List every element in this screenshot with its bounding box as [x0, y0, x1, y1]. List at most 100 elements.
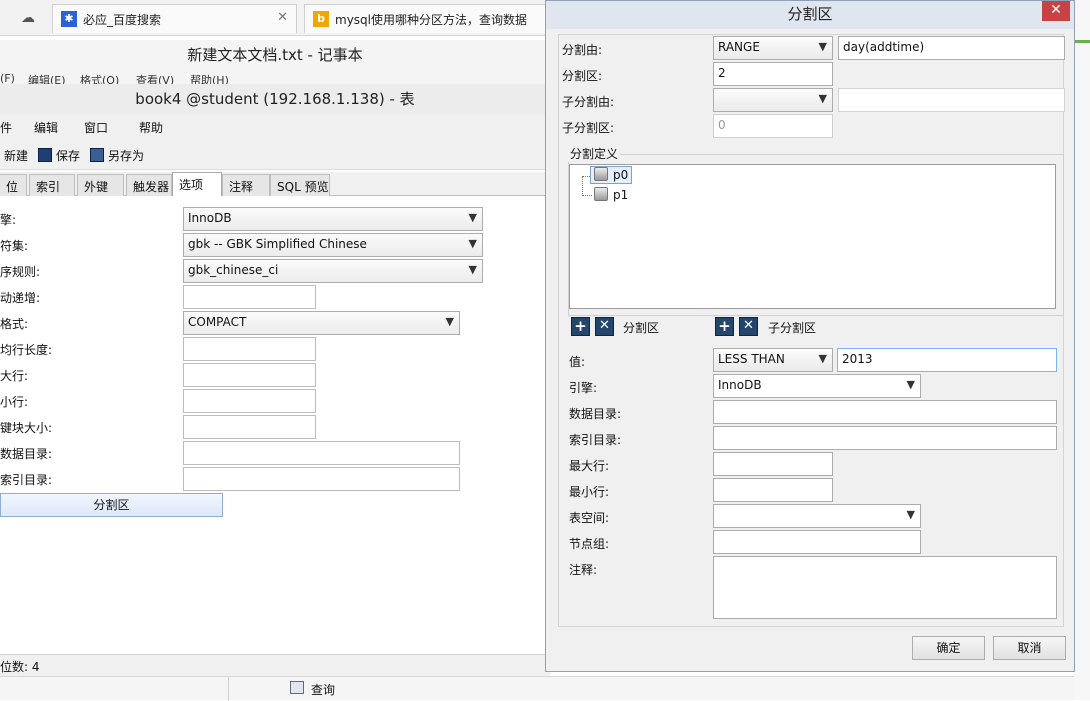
engine-select[interactable]: InnoDB ▼	[183, 207, 483, 231]
partition-icon	[594, 167, 608, 181]
save-icon	[38, 148, 52, 162]
menu-help[interactable]: 帮助	[139, 119, 163, 136]
min-rows-label: 小行:	[0, 395, 29, 409]
menu-file[interactable]: (F)	[0, 72, 15, 84]
index-directory-label: 索引目录:	[0, 473, 53, 487]
data-directory-label: 数据目录:	[0, 447, 53, 461]
menu-file[interactable]: 件	[0, 119, 12, 136]
ok-button[interactable]: 确定	[912, 636, 985, 660]
baidu-paw-icon: ✱	[61, 11, 77, 27]
tab-fields[interactable]: 位	[0, 174, 27, 196]
plus-icon: +	[574, 317, 587, 335]
collation-select[interactable]: gbk_chinese_ci ▼	[183, 259, 483, 283]
cancel-button[interactable]: 取消	[993, 636, 1066, 660]
menu-view[interactable]: 查看(V)	[136, 72, 174, 84]
tab-comment[interactable]: 注释	[222, 174, 270, 196]
engine-select[interactable]: InnoDB ▼	[713, 374, 921, 398]
browser-tab-mysql[interactable]: b mysql使用哪种分区方法，查询数据	[304, 4, 550, 33]
save-as-button[interactable]: 另存为	[90, 147, 144, 164]
menu-edit[interactable]: 编辑(E)	[28, 72, 66, 84]
partitions-label: 分割区:	[562, 69, 603, 83]
remove-subpartition-button[interactable]: ✕	[739, 317, 758, 336]
query-icon	[290, 681, 304, 694]
partition-button[interactable]: 分割区	[0, 493, 223, 517]
partitions-input[interactable]: 2	[713, 62, 833, 86]
charset-select[interactable]: gbk -- GBK Simplified Chinese ▼	[183, 233, 483, 257]
remove-partition-button[interactable]: ✕	[595, 317, 614, 336]
tablespace-select[interactable]: ▼	[713, 504, 921, 528]
notepad-menu: (F) 编辑(E) 格式(O) 查看(V) 帮助(H)	[0, 70, 550, 84]
partition-by-label: 分割由:	[562, 43, 603, 57]
subpartition-by-select[interactable]: ▼	[713, 88, 833, 112]
tab-options[interactable]: 选项	[172, 172, 222, 197]
tab-foreign-keys[interactable]: 外键	[77, 174, 124, 196]
partition-icon	[594, 187, 608, 201]
browser-tab-title: 必应_百度搜索	[83, 13, 162, 27]
min-rows-input[interactable]	[183, 389, 316, 413]
chevron-down-icon: ▼	[818, 40, 827, 53]
close-icon[interactable]: ✕	[277, 10, 288, 25]
value-input[interactable]: 2013	[837, 348, 1057, 372]
subpartition-by-label: 子分割由:	[562, 95, 615, 109]
chevron-down-icon: ▼	[468, 211, 477, 224]
subpartitions-label: 子分割区:	[562, 121, 615, 135]
tab-triggers[interactable]: 触发器	[126, 174, 172, 196]
tablespace-label: 表空间:	[569, 511, 610, 525]
navicat-toolbar: 新建 保存 另存为	[0, 140, 550, 170]
index-directory-input[interactable]	[183, 467, 460, 491]
index-directory-label: 索引目录:	[569, 433, 622, 447]
navicat-menu: 件 编辑 窗口 帮助	[0, 114, 550, 140]
row-format-select[interactable]: COMPACT ▼	[183, 311, 460, 335]
close-button[interactable]: ✕	[1042, 1, 1070, 21]
avg-row-length-label: 均行长度:	[0, 343, 53, 357]
data-directory-input[interactable]	[183, 441, 460, 465]
key-block-size-input[interactable]	[183, 415, 316, 439]
save-as-icon	[90, 148, 104, 162]
save-button[interactable]: 保存	[38, 147, 80, 164]
partition-expression-input[interactable]: day(addtime)	[838, 36, 1065, 60]
subpartition-expression-input[interactable]	[838, 88, 1065, 112]
max-rows-input[interactable]	[183, 363, 316, 387]
menu-help[interactable]: 帮助(H)	[190, 72, 229, 84]
close-icon: ✕	[1050, 2, 1062, 18]
data-directory-input[interactable]	[713, 400, 1057, 424]
subpartitions-input[interactable]: 0	[713, 114, 833, 138]
max-rows-label: 最大行:	[569, 459, 610, 473]
partition-definition-label: 分割定义	[568, 145, 621, 162]
comment-textarea[interactable]	[713, 556, 1057, 619]
tree-node-p1[interactable]: p1	[594, 187, 628, 205]
nodegroup-label: 节点组:	[569, 537, 610, 551]
menu-edit[interactable]: 编辑	[34, 119, 58, 136]
dialog-title: 分割区	[546, 1, 1074, 29]
bing-icon: b	[313, 11, 329, 27]
max-rows-label: 大行:	[0, 369, 29, 383]
charset-label: 符集:	[0, 239, 29, 253]
cloud-icon[interactable]: ☁	[18, 8, 38, 28]
browser-tab-title: mysql使用哪种分区方法，查询数据	[335, 13, 527, 27]
min-rows-input[interactable]	[713, 478, 833, 502]
chevron-down-icon: ▼	[468, 263, 477, 276]
index-directory-input[interactable]	[713, 426, 1057, 450]
browser-tab-baidu[interactable]: ✱ 必应_百度搜索 ✕	[52, 4, 297, 33]
tree-node-p0[interactable]: p0	[590, 166, 633, 184]
menu-window[interactable]: 窗口	[84, 119, 108, 136]
max-rows-input[interactable]	[713, 452, 833, 476]
auto-increment-input[interactable]	[183, 285, 316, 309]
subpartition-buttons-label: 子分割区	[768, 321, 817, 335]
navicat-tabs: 位 索引 外键 触发器 选项 注释 SQL 预览	[0, 172, 550, 197]
tab-indexes[interactable]: 索引	[29, 174, 75, 196]
partition-by-select[interactable]: RANGE ▼	[713, 36, 833, 60]
add-subpartition-button[interactable]: +	[715, 317, 734, 336]
nodegroup-input[interactable]	[713, 530, 921, 554]
add-partition-button[interactable]: +	[571, 317, 590, 336]
tab-sql-preview[interactable]: SQL 预览	[270, 174, 330, 196]
collation-label: 序规则:	[0, 265, 41, 279]
menu-format[interactable]: 格式(O)	[80, 72, 119, 84]
value-operator-select[interactable]: LESS THAN ▼	[713, 348, 833, 372]
avg-row-length-input[interactable]	[183, 337, 316, 361]
partition-tree[interactable]	[569, 164, 1056, 309]
new-button[interactable]: 新建	[4, 147, 28, 164]
navicat-title: book4 @student (192.168.1.138) - 表	[0, 84, 550, 114]
query-item[interactable]: 查询	[311, 681, 335, 698]
min-rows-label: 最小行:	[569, 485, 610, 499]
